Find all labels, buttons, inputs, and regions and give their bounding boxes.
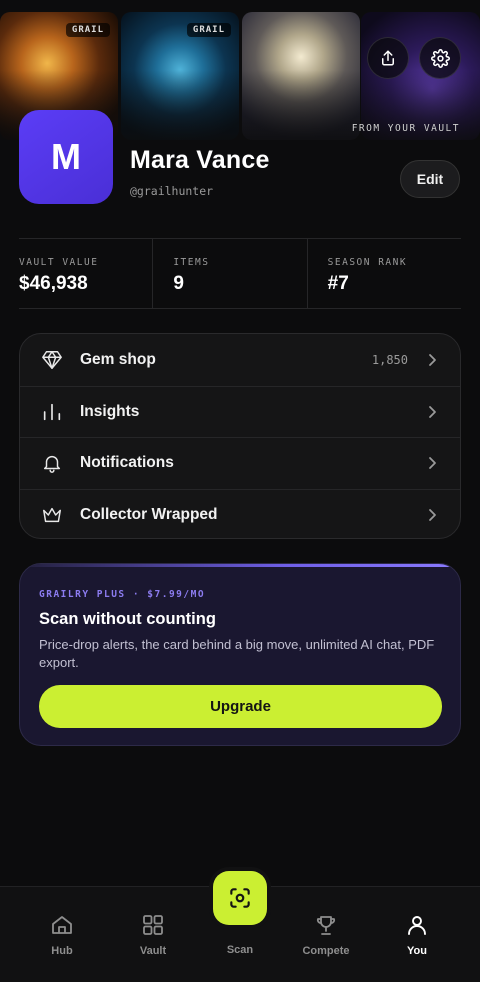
scan-icon <box>230 888 250 908</box>
menu-item-label: Notifications <box>80 454 174 472</box>
stat-label: VAULT VALUE <box>19 257 99 268</box>
chevron-right-icon <box>429 508 436 521</box>
stat-label: ITEMS <box>173 257 210 268</box>
stats-row: VAULT VALUE $46,938 ITEMS 9 SEASON RANK … <box>19 238 461 309</box>
nav-label: Compete <box>302 945 350 957</box>
nav-hub[interactable]: Hub <box>27 913 97 957</box>
stat-label: SEASON RANK <box>327 257 408 268</box>
nav-compete[interactable]: Compete <box>291 913 361 957</box>
grail-badge: GRAIL <box>186 23 231 37</box>
nav-vault[interactable]: Vault <box>118 913 188 957</box>
nav-you[interactable]: You <box>382 913 452 957</box>
menu-item-insights[interactable]: Insights <box>20 385 460 438</box>
grail-badge: GRAIL <box>65 23 110 37</box>
share-button[interactable] <box>367 37 409 79</box>
chevron-right-icon <box>429 353 436 366</box>
stat-items: ITEMS 9 <box>152 239 306 308</box>
menu-item-label: Insights <box>80 402 140 420</box>
home-icon <box>50 913 74 937</box>
nav-label-scan: Scan <box>226 944 254 956</box>
plus-title: Scan without counting <box>39 610 216 628</box>
stat-vault-value: VAULT VALUE $46,938 <box>19 239 152 308</box>
stat-value: #7 <box>327 273 349 294</box>
share-icon <box>382 50 394 66</box>
stat-value: $46,938 <box>19 273 88 294</box>
avatar-initial: M <box>51 136 81 177</box>
upgrade-button[interactable]: Upgrade <box>39 685 442 728</box>
settings-button[interactable] <box>419 37 461 79</box>
stat-value: 9 <box>173 273 184 294</box>
gear-icon <box>430 48 450 68</box>
gem-balance: 1,850 <box>371 352 408 367</box>
plus-eyebrow: GRAILRY PLUS · $7.99/MO <box>39 589 206 600</box>
grid-icon <box>141 913 165 937</box>
trophy-icon <box>314 913 338 937</box>
stat-season-rank: SEASON RANK #7 <box>306 239 461 308</box>
nav-label: Hub <box>51 945 73 957</box>
menu-item-collector-wrapped[interactable]: Collector Wrapped <box>20 488 460 539</box>
avatar[interactable]: M <box>19 110 113 204</box>
bar-chart-icon <box>41 401 63 423</box>
vault-caption: FROM YOUR VAULT <box>351 123 460 134</box>
nav-label: Vault <box>139 945 167 957</box>
menu-item-label: Collector Wrapped <box>80 505 218 523</box>
plus-upsell-card: GRAILRY PLUS · $7.99/MO Scan without cou… <box>19 563 461 746</box>
nav-label: You <box>407 945 427 957</box>
menu-item-label: Gem shop <box>80 350 156 368</box>
bell-icon <box>41 452 63 474</box>
profile-handle: @grailhunter <box>130 184 214 198</box>
menu-item-notifications[interactable]: Notifications <box>20 437 460 489</box>
plus-accent-bar <box>20 564 460 567</box>
gem-icon <box>41 349 63 371</box>
edit-profile-button[interactable]: Edit <box>400 160 460 198</box>
user-icon <box>405 913 429 937</box>
chevron-right-icon <box>429 457 436 470</box>
crown-icon <box>41 504 63 526</box>
menu-item-gem-shop[interactable]: Gem shop 1,850 <box>20 334 460 386</box>
profile-name: Mara Vance <box>130 146 270 174</box>
plus-description: Price-drop alerts, the card behind a big… <box>39 637 435 670</box>
scan-button[interactable] <box>213 871 267 925</box>
chevron-right-icon <box>429 405 436 418</box>
settings-menu: Gem shop 1,850 Insights Notifications Co… <box>19 333 461 539</box>
